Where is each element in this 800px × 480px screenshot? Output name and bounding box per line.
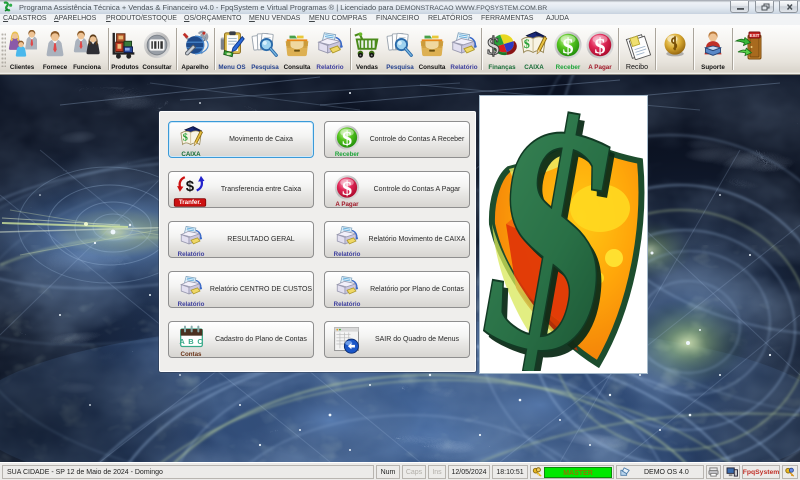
svg-text:$: $ [186,178,195,195]
svg-text:A B C: A B C [179,337,203,346]
